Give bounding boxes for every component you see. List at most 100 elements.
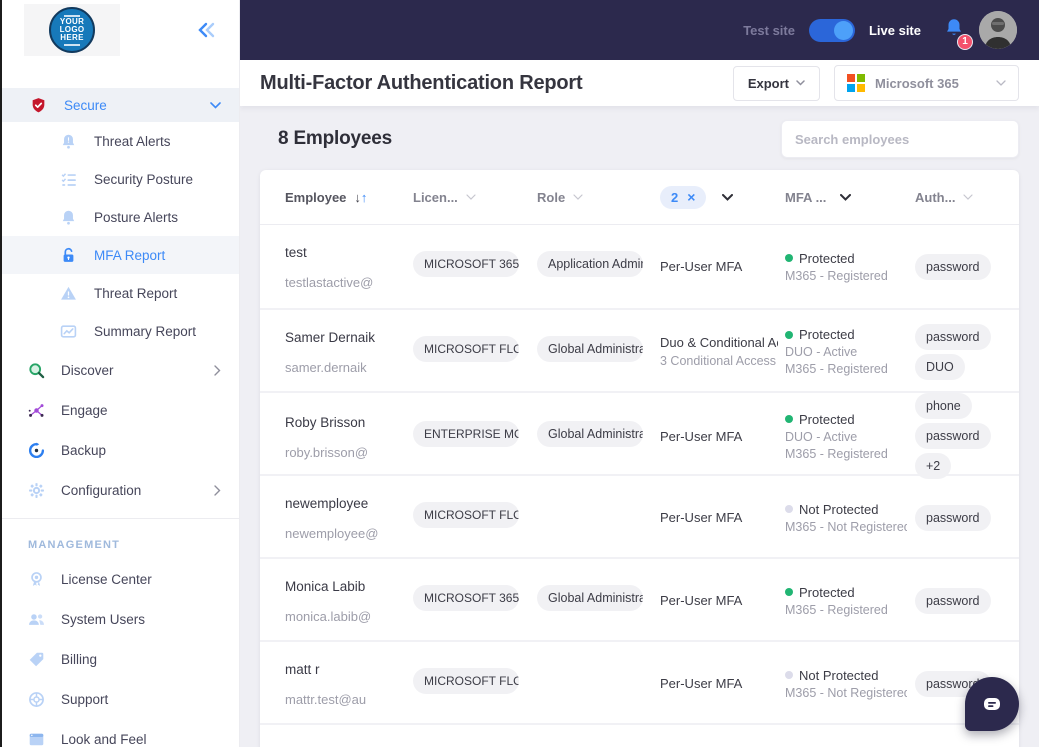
not-protected-dot-icon [785, 505, 793, 513]
sidebar-item-label: Summary Report [94, 323, 197, 339]
filter-count: 2 [671, 189, 679, 205]
export-button[interactable]: Export [732, 65, 820, 101]
mfa-requirement: Duo & Conditional Access [660, 335, 778, 350]
table-row[interactable]: matt r mattr.test@au MICROSOFT FLOW Per-U… [260, 640, 1019, 723]
notification-badge: 1 [957, 33, 973, 50]
employee-email: newemployee@ [285, 526, 379, 541]
column-header-auth[interactable]: Auth... [915, 190, 1019, 205]
sidebar-item-secure[interactable]: Secure [2, 88, 239, 122]
table-row[interactable]: Samer Dernaik samer.dernaik MICROSOFT FLO… [260, 308, 1019, 391]
mfa-status: Not Protected [799, 501, 879, 517]
sidebar-item-label: Configuration [61, 482, 142, 498]
warning-triangle-icon [60, 285, 77, 302]
mfa-requirement: Per-User MFA [660, 676, 743, 691]
employee-name: test [285, 245, 307, 260]
sidebar-collapse-icon[interactable] [197, 22, 217, 38]
chart-icon [60, 323, 77, 340]
notifications-button[interactable]: 1 [943, 17, 973, 50]
column-header-license[interactable]: Licen... [413, 190, 537, 205]
chevron-down-icon [573, 194, 583, 200]
table-row[interactable]: Monica Labib monica.labib@ MICROSOFT 365 … [260, 557, 1019, 640]
mfa-status: Protected [799, 411, 855, 427]
chevron-down-icon [796, 80, 805, 86]
user-avatar[interactable] [979, 11, 1017, 49]
role-badge: Global Administrator [537, 420, 643, 447]
magnifier-icon [28, 362, 45, 379]
chevron-down-icon [996, 80, 1006, 86]
mfa-status: Protected [799, 327, 855, 342]
sort-asc-icon[interactable]: ↑ [361, 190, 368, 205]
sidebar-item-posture-alerts[interactable]: Posture Alerts [2, 198, 239, 236]
sidebar-item-label: Backup [61, 442, 107, 458]
mfa-status-detail: M365 - Registered [785, 446, 888, 461]
sidebar-item-summary-report[interactable]: Summary Report [2, 312, 239, 350]
auth-method-badge: password [915, 253, 991, 280]
mfa-status-detail: M365 - Not Registered [785, 685, 907, 700]
auth-method-badge: password [915, 323, 991, 350]
column-header-mfa-status[interactable]: MFA ... [785, 190, 915, 205]
sidebar-item-engage[interactable]: Engage [2, 390, 239, 430]
sidebar-item-threat-report[interactable]: Threat Report [2, 274, 239, 312]
license-badge: MICROSOFT 365 [413, 251, 519, 277]
sidebar-item-billing[interactable]: Billing [2, 639, 239, 679]
sidebar-item-label: Threat Alerts [94, 133, 171, 149]
active-filter-pill[interactable]: 2 × [660, 185, 707, 209]
sidebar-item-mfa-report[interactable]: MFA Report [2, 236, 239, 274]
protected-dot-icon [785, 588, 793, 596]
sidebar-item-label: Threat Report [94, 285, 178, 301]
table-header-row: Employee ↓↑ Licen... Role 2 × MFA ... Au… [260, 170, 1019, 225]
mfa-requirement: Per-User MFA [660, 259, 743, 274]
column-header-role[interactable]: Role [537, 190, 660, 205]
sidebar: YOUR LOGO HERE Secure Threat Alerts Secu… [2, 0, 240, 747]
microsoft-logo-icon [847, 74, 865, 92]
logo-circle: YOUR LOGO HERE [49, 7, 95, 53]
sidebar-item-configuration[interactable]: Configuration [2, 470, 239, 510]
tag-icon [28, 651, 45, 668]
protected-dot-icon [785, 415, 793, 423]
bell-alert-icon [60, 133, 77, 150]
not-protected-dot-icon [785, 671, 793, 679]
chevron-down-icon [963, 194, 974, 200]
sidebar-item-label: License Center [61, 571, 152, 587]
employees-table: Employee ↓↑ Licen... Role 2 × MFA ... Au… [260, 170, 1019, 747]
site-toggle[interactable] [808, 18, 855, 42]
table-row[interactable]: newemployee newemployee@ MICROSOFT FLOW P… [260, 474, 1019, 557]
sidebar-item-security-posture[interactable]: Security Posture [2, 160, 239, 198]
users-icon [28, 611, 45, 628]
license-badge: MICROSOFT FLOW [413, 336, 519, 362]
employee-email: roby.brisson@ [285, 444, 369, 460]
sidebar-item-license-center[interactable]: License Center [2, 559, 239, 599]
ribbon-icon [28, 571, 45, 588]
gear-icon [28, 482, 45, 499]
table-row[interactable]: test testlastactive@ MICROSOFT 365 Applic… [260, 225, 1019, 308]
brand-logo[interactable]: YOUR LOGO HERE [24, 4, 120, 56]
page-header: Multi-Factor Authentication Report Expor… [240, 60, 1039, 106]
sidebar-item-support[interactable]: Support [2, 679, 239, 719]
lifebuoy-icon [28, 691, 45, 708]
column-header-mfa-requirement[interactable]: 2 × [660, 185, 785, 209]
mfa-status-detail: M365 - Registered [785, 602, 888, 617]
auth-method-badge: phone [915, 393, 972, 419]
tenant-select[interactable]: Microsoft 365 [834, 65, 1019, 101]
sidebar-item-system-users[interactable]: System Users [2, 599, 239, 639]
column-label: Licen... [413, 189, 458, 205]
sidebar-item-look-and-feel[interactable]: Look and Feel [2, 719, 239, 747]
chat-launcher-button[interactable] [965, 677, 1019, 731]
employee-name: matt r [285, 662, 320, 677]
sidebar-item-threat-alerts[interactable]: Threat Alerts [2, 122, 239, 160]
employee-email: mattr.test@au [285, 692, 367, 707]
column-label: MFA ... [785, 189, 827, 205]
role-badge: Application Administrator [537, 251, 643, 277]
employee-name: Monica Labib [285, 579, 366, 594]
sidebar-item-label: Billing [61, 651, 98, 667]
column-header-employee[interactable]: Employee ↓↑ [285, 190, 413, 205]
mfa-requirement-detail: 3 Conditional Access [660, 354, 777, 368]
search-input[interactable] [781, 120, 1019, 158]
clear-filter-icon[interactable]: × [687, 190, 695, 204]
chevron-down-icon [210, 101, 221, 109]
sidebar-item-backup[interactable]: Backup [2, 430, 239, 470]
sidebar-item-discover[interactable]: Discover [2, 350, 239, 390]
table-row[interactable]: Roby Brisson roby.brisson@ ENTERPRISE MOB… [260, 391, 1019, 479]
table-row[interactable]: Mariusz Rosins Exchange Administrator Pr… [260, 723, 1019, 747]
app-root: YOUR LOGO HERE Secure Threat Alerts Secu… [0, 0, 1039, 747]
